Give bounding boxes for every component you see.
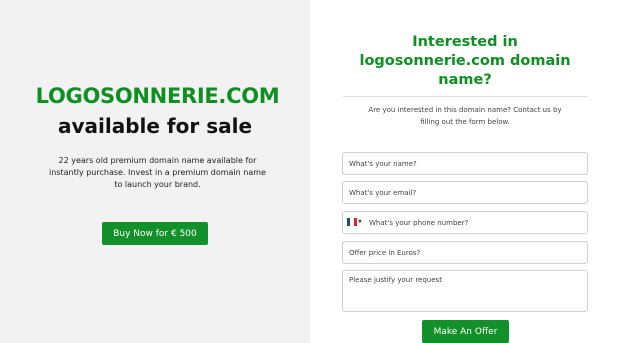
request-textarea[interactable] xyxy=(342,270,588,312)
make-offer-button[interactable]: Make An Offer xyxy=(422,320,509,343)
domain-description: 22 years old premium domain name availab… xyxy=(49,156,266,189)
availability-heading: available for sale xyxy=(57,114,253,138)
offer-price-input[interactable] xyxy=(342,241,588,264)
buy-now-button[interactable]: Buy Now for € 500 xyxy=(102,222,208,245)
phone-input[interactable] xyxy=(342,211,588,234)
email-input[interactable] xyxy=(342,181,588,204)
divider xyxy=(343,96,587,97)
france-flag-icon[interactable] xyxy=(347,218,357,226)
offer-heading: Interested in logosonnerie.com domain na… xyxy=(359,34,571,88)
left-panel: LOGOSONNERIE.COM available for sale 22 y… xyxy=(0,0,310,343)
contact-text: Are you interested in this domain name? … xyxy=(368,106,562,126)
name-input[interactable] xyxy=(342,152,588,175)
chevron-down-icon[interactable]: ▼ xyxy=(358,219,362,225)
domain-title: LOGOSONNERIE.COM xyxy=(35,84,280,108)
